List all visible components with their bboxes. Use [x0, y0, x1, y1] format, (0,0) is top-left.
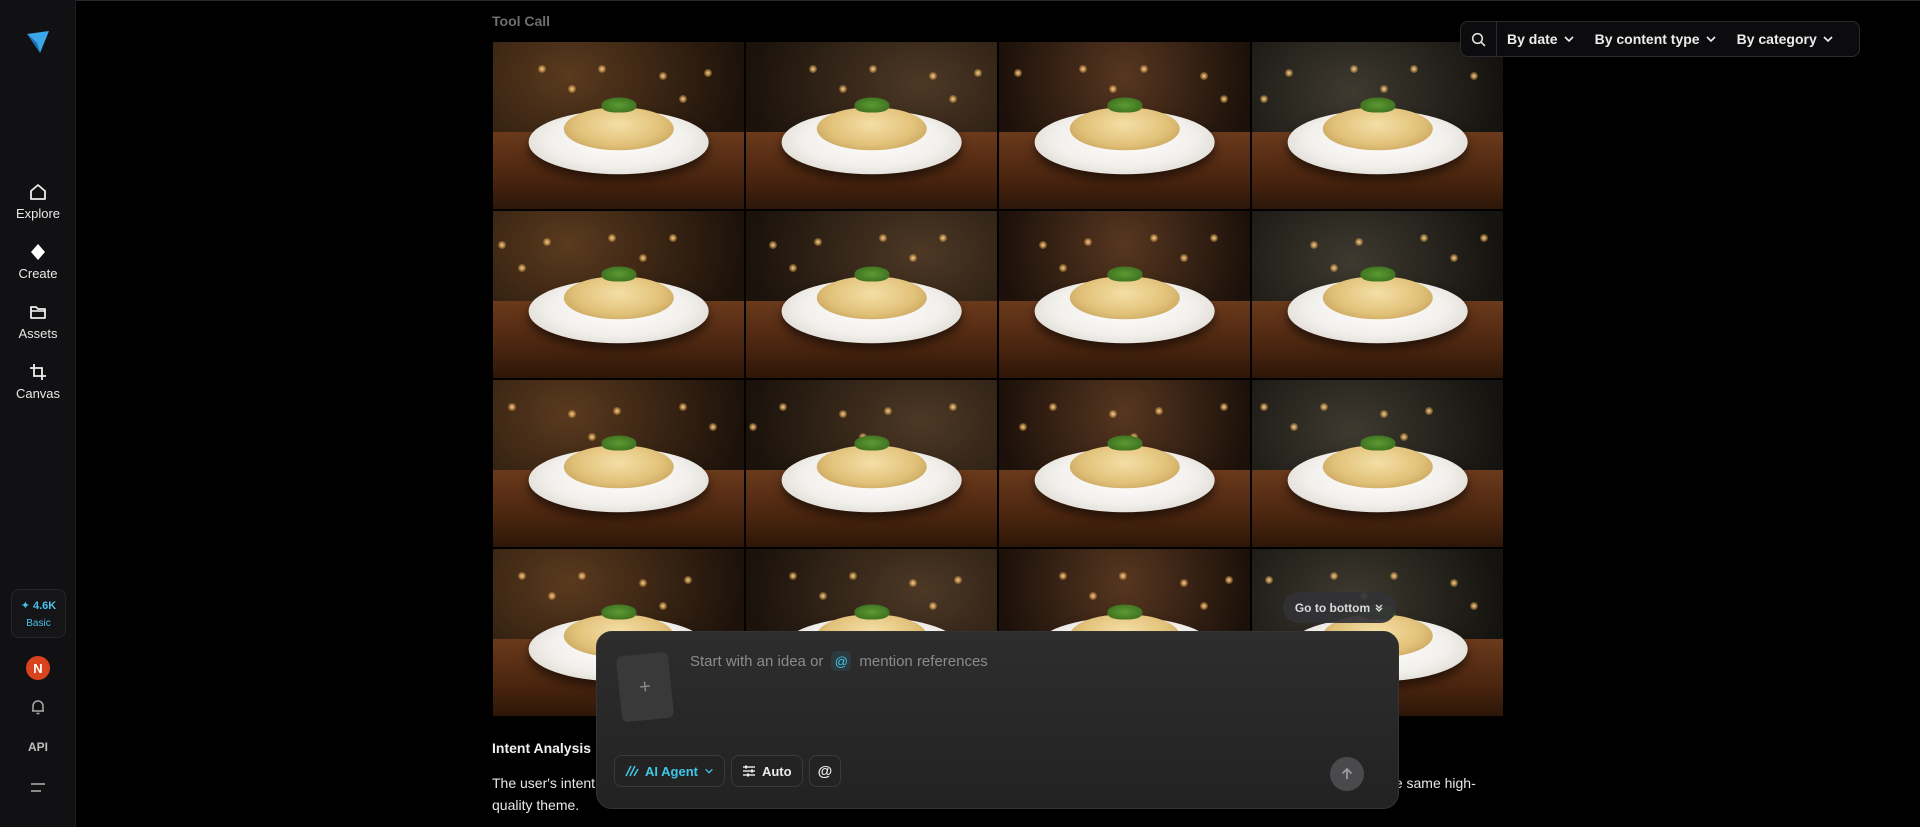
filter-by-date[interactable]: By date	[1497, 31, 1585, 47]
crop-icon	[30, 364, 46, 380]
sidebar-item-assets[interactable]: Assets	[0, 302, 76, 341]
go-to-bottom-label: Go to bottom	[1294, 600, 1371, 615]
go-to-bottom-button[interactable]: Go to bottom	[1283, 592, 1396, 623]
plan-label: Basic	[26, 617, 51, 629]
search-icon	[1471, 32, 1486, 47]
agent-label: AI Agent	[645, 763, 698, 779]
placeholder-text: Start with an idea or	[690, 652, 824, 670]
plus-icon: +	[637, 674, 652, 699]
filter-by-category[interactable]: By category	[1727, 31, 1844, 47]
gallery-image[interactable]	[746, 211, 997, 378]
sidebar: Explore Create Assets Canvas ✦ 4.6K Basi…	[0, 0, 76, 827]
gallery-image[interactable]	[493, 380, 744, 547]
chevron-down-icon	[1706, 36, 1716, 43]
filter-bar: By date By content type By category	[1460, 21, 1860, 57]
menu-icon[interactable]	[29, 780, 47, 796]
search-button[interactable]	[1461, 22, 1497, 56]
at-mention-icon: @	[831, 651, 852, 671]
sidebar-item-explore[interactable]: Explore	[0, 182, 76, 221]
sidebar-item-label: Explore	[15, 206, 61, 221]
gallery-image[interactable]	[493, 42, 744, 209]
diamond-icon	[31, 244, 45, 260]
filter-label: By date	[1507, 31, 1558, 47]
gallery-image[interactable]	[746, 380, 997, 547]
gallery-image[interactable]	[1252, 42, 1503, 209]
gallery-image[interactable]	[999, 211, 1250, 378]
avatar[interactable]: N	[26, 656, 50, 680]
sidebar-item-canvas[interactable]: Canvas	[0, 362, 76, 401]
gallery-image[interactable]	[746, 42, 997, 209]
gallery-image[interactable]	[1252, 380, 1503, 547]
composer-toolbar: AI Agent Auto @	[614, 755, 842, 787]
chevron-down-icon	[1823, 36, 1833, 43]
gallery-image[interactable]	[493, 211, 744, 378]
prompt-input[interactable]: Start with an idea or @ mention referenc…	[690, 651, 988, 671]
bell-icon[interactable]	[29, 698, 47, 716]
chevron-down-icon	[705, 768, 713, 774]
home-icon	[30, 184, 46, 200]
sidebar-item-label: Assets	[18, 326, 58, 341]
double-chevron-down-icon	[1375, 604, 1383, 612]
gallery-image[interactable]	[999, 380, 1250, 547]
mode-label: Auto	[761, 763, 792, 779]
filter-label: By content type	[1594, 31, 1700, 47]
mention-button[interactable]: @	[808, 755, 842, 787]
at-mention-icon: @	[817, 762, 833, 780]
filter-by-content-type[interactable]: By content type	[1585, 31, 1727, 47]
gallery-image[interactable]	[999, 42, 1250, 209]
placeholder-text: mention references	[859, 652, 988, 670]
mode-auto-button[interactable]: Auto	[730, 755, 803, 787]
gallery-image[interactable]	[1252, 211, 1503, 378]
credits-amount: ✦ 4.6K	[20, 599, 57, 612]
filter-label: By category	[1736, 31, 1817, 47]
sidebar-item-label: Create	[18, 266, 58, 281]
sliders-icon	[742, 765, 755, 777]
tool-call-label: Tool Call	[492, 13, 551, 29]
agent-icon	[625, 765, 639, 777]
send-button[interactable]	[1330, 757, 1364, 791]
folder-icon	[30, 306, 46, 319]
app-logo[interactable]	[24, 28, 52, 56]
prompt-composer[interactable]: + Start with an idea or @ mention refere…	[596, 631, 1399, 809]
api-link[interactable]: API	[0, 740, 76, 754]
add-reference-button[interactable]: +	[615, 651, 675, 723]
arrow-up-icon	[1341, 767, 1353, 779]
main-content: Tool Call Go to bottom Intent Analysis T…	[76, 0, 1920, 827]
credits-badge[interactable]: ✦ 4.6K Basic	[11, 589, 66, 638]
sidebar-item-label: Canvas	[15, 386, 61, 401]
chevron-down-icon	[1564, 36, 1574, 43]
ai-agent-dropdown[interactable]: AI Agent	[614, 755, 725, 787]
divider	[76, 0, 1920, 1]
intent-analysis-heading: Intent Analysis	[492, 740, 592, 756]
sidebar-item-create[interactable]: Create	[0, 242, 76, 281]
